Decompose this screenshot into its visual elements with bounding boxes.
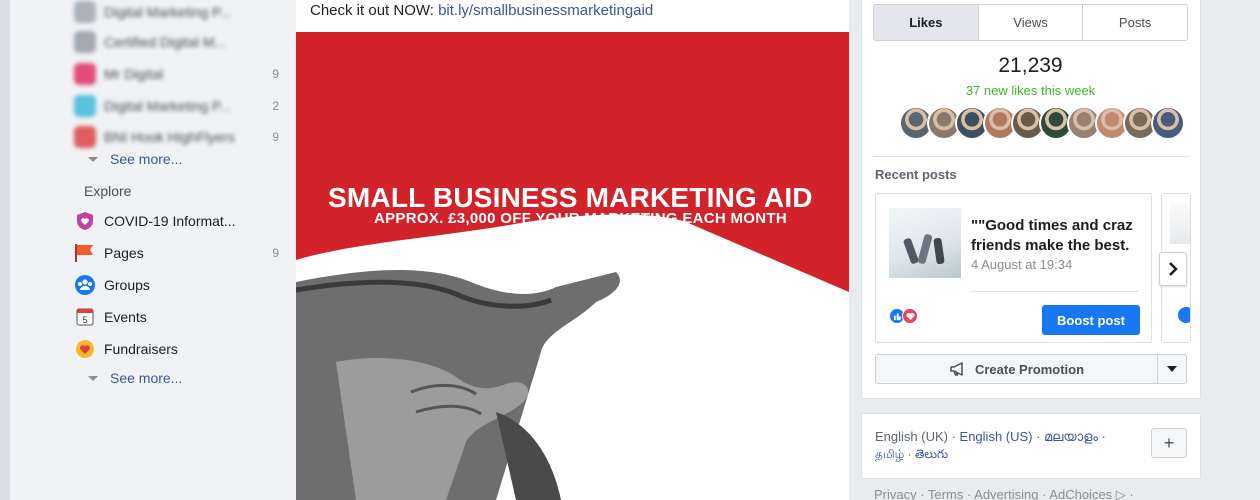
recent-posts-heading: Recent posts [875,167,957,182]
next-arrow-button[interactable] [1159,252,1187,286]
explore-item-covid[interactable]: COVID-19 Informat... [74,207,279,235]
recent-post-title[interactable]: ""Good times and craz friends make the b… [971,216,1146,256]
explore-item-label: COVID-19 Informat... [104,213,236,229]
shortcut-label: Mr Digital [104,66,164,82]
post-text: Check it out NOW: bit.ly/smallbusinessma… [310,2,654,19]
groups-icon [74,274,96,296]
boost-post-button[interactable]: Boost post [1042,305,1140,335]
footer-links[interactable]: Privacy · Terms · Advertising · AdChoice… [874,487,1134,500]
create-promotion-button[interactable]: Create Promotion [875,354,1158,384]
explore-item-label: Pages [104,245,144,261]
post-image[interactable]: SMALL BUSINESS MARKETING AID APPROX. £3,… [296,32,849,500]
explore-item-label: Fundraisers [104,341,178,357]
heart-shield-icon [74,210,96,232]
divider [873,156,1189,157]
tab-likes[interactable]: Likes [874,5,978,40]
shortcut-label: Digital Marketing P... [104,4,232,20]
liker-avatars [899,106,1185,142]
see-more-shortcuts[interactable]: See more... [88,151,182,167]
post-link[interactable]: bit.ly/smallbusinessmarketingaid [438,2,653,19]
window-edge [0,0,10,500]
flag-icon [74,242,96,264]
sidebar-shortcut[interactable]: Mr Digital 9 [74,60,279,88]
insights-tabs: Likes Views Posts [873,4,1188,41]
likes-count: 21,239 [998,54,1063,77]
explore-heading: Explore [84,183,132,199]
sidebar-shortcut[interactable]: BNI Hook HighFlyers 9 [74,123,279,151]
tab-posts[interactable]: Posts [1082,5,1187,40]
reactions[interactable] [889,308,918,324]
post-card: Check it out NOW: bit.ly/smallbusinessma… [296,0,849,500]
shortcut-count: 9 [272,67,279,81]
explore-item-events[interactable]: 5 Events [74,303,279,331]
language-tamil[interactable]: தமிழ் [875,447,904,461]
like-reaction-icon [1178,307,1190,323]
shortcut-icon [74,95,96,117]
chevron-right-icon [1169,262,1178,276]
avatar[interactable] [1151,106,1185,140]
image-subtitle: APPROX. £3,000 OFF YOUR MARKETING EACH M… [374,210,787,227]
shortcut-icon [74,126,96,148]
explore-item-label: Events [104,309,147,325]
post-thumbnail[interactable] [889,208,961,278]
divider [971,291,1139,292]
language-english-us[interactable]: English (US) [960,429,1033,444]
explore-item-groups[interactable]: Groups [74,271,279,299]
language-line-1: English (UK) · English (US) · മലയാളം · [875,429,1106,444]
language-telugu[interactable]: తెలుగు [915,447,948,461]
explore-item-label: Groups [104,277,150,293]
shortcut-count: 9 [272,130,279,144]
explore-item-count: 9 [272,246,279,260]
tab-views[interactable]: Views [977,5,1083,40]
shortcut-count: 2 [272,99,279,113]
shortcut-label: BNI Hook HighFlyers [104,129,235,145]
fundraiser-heart-icon [74,338,96,360]
caret-down-icon [88,156,98,162]
see-more-explore[interactable]: See more... [88,370,182,386]
recent-post-date: 4 August at 19:34 [971,257,1073,272]
add-language-button[interactable]: + [1151,428,1187,458]
svg-text:5: 5 [82,315,87,325]
calendar-icon: 5 [74,306,96,328]
shortcut-icon [74,31,96,53]
megaphone-icon [950,362,963,376]
explore-item-fundraisers[interactable]: Fundraisers [74,335,279,363]
caret-down-icon [1167,366,1177,372]
shortcut-icon [74,1,96,23]
sidebar-shortcut[interactable]: Digital Marketing P... 2 [74,92,279,120]
caret-down-icon [88,375,98,381]
love-reaction-icon [902,308,918,324]
shortcut-label: Digital Marketing P... [104,98,232,114]
recent-post-card[interactable]: ""Good times and craz friends make the b… [875,193,1152,343]
sidebar-shortcut[interactable]: Certified Digital M... [74,28,279,56]
helping-hands-image [296,202,849,500]
shortcut-label: Certified Digital M... [104,34,227,50]
promotion-dropdown-button[interactable] [1158,354,1187,384]
explore-item-pages[interactable]: Pages 9 [74,239,279,267]
language-malayalam[interactable]: മലയാളം [1044,429,1098,444]
shortcut-icon [74,63,96,85]
language-line-2: தமிழ் · తెలుగు [875,447,949,461]
language-card: English (UK) · English (US) · മലയാളം · த… [861,413,1201,479]
sidebar-shortcut[interactable]: Digital Marketing P... [74,0,279,26]
new-likes-week: 37 new likes this week [965,83,1096,98]
